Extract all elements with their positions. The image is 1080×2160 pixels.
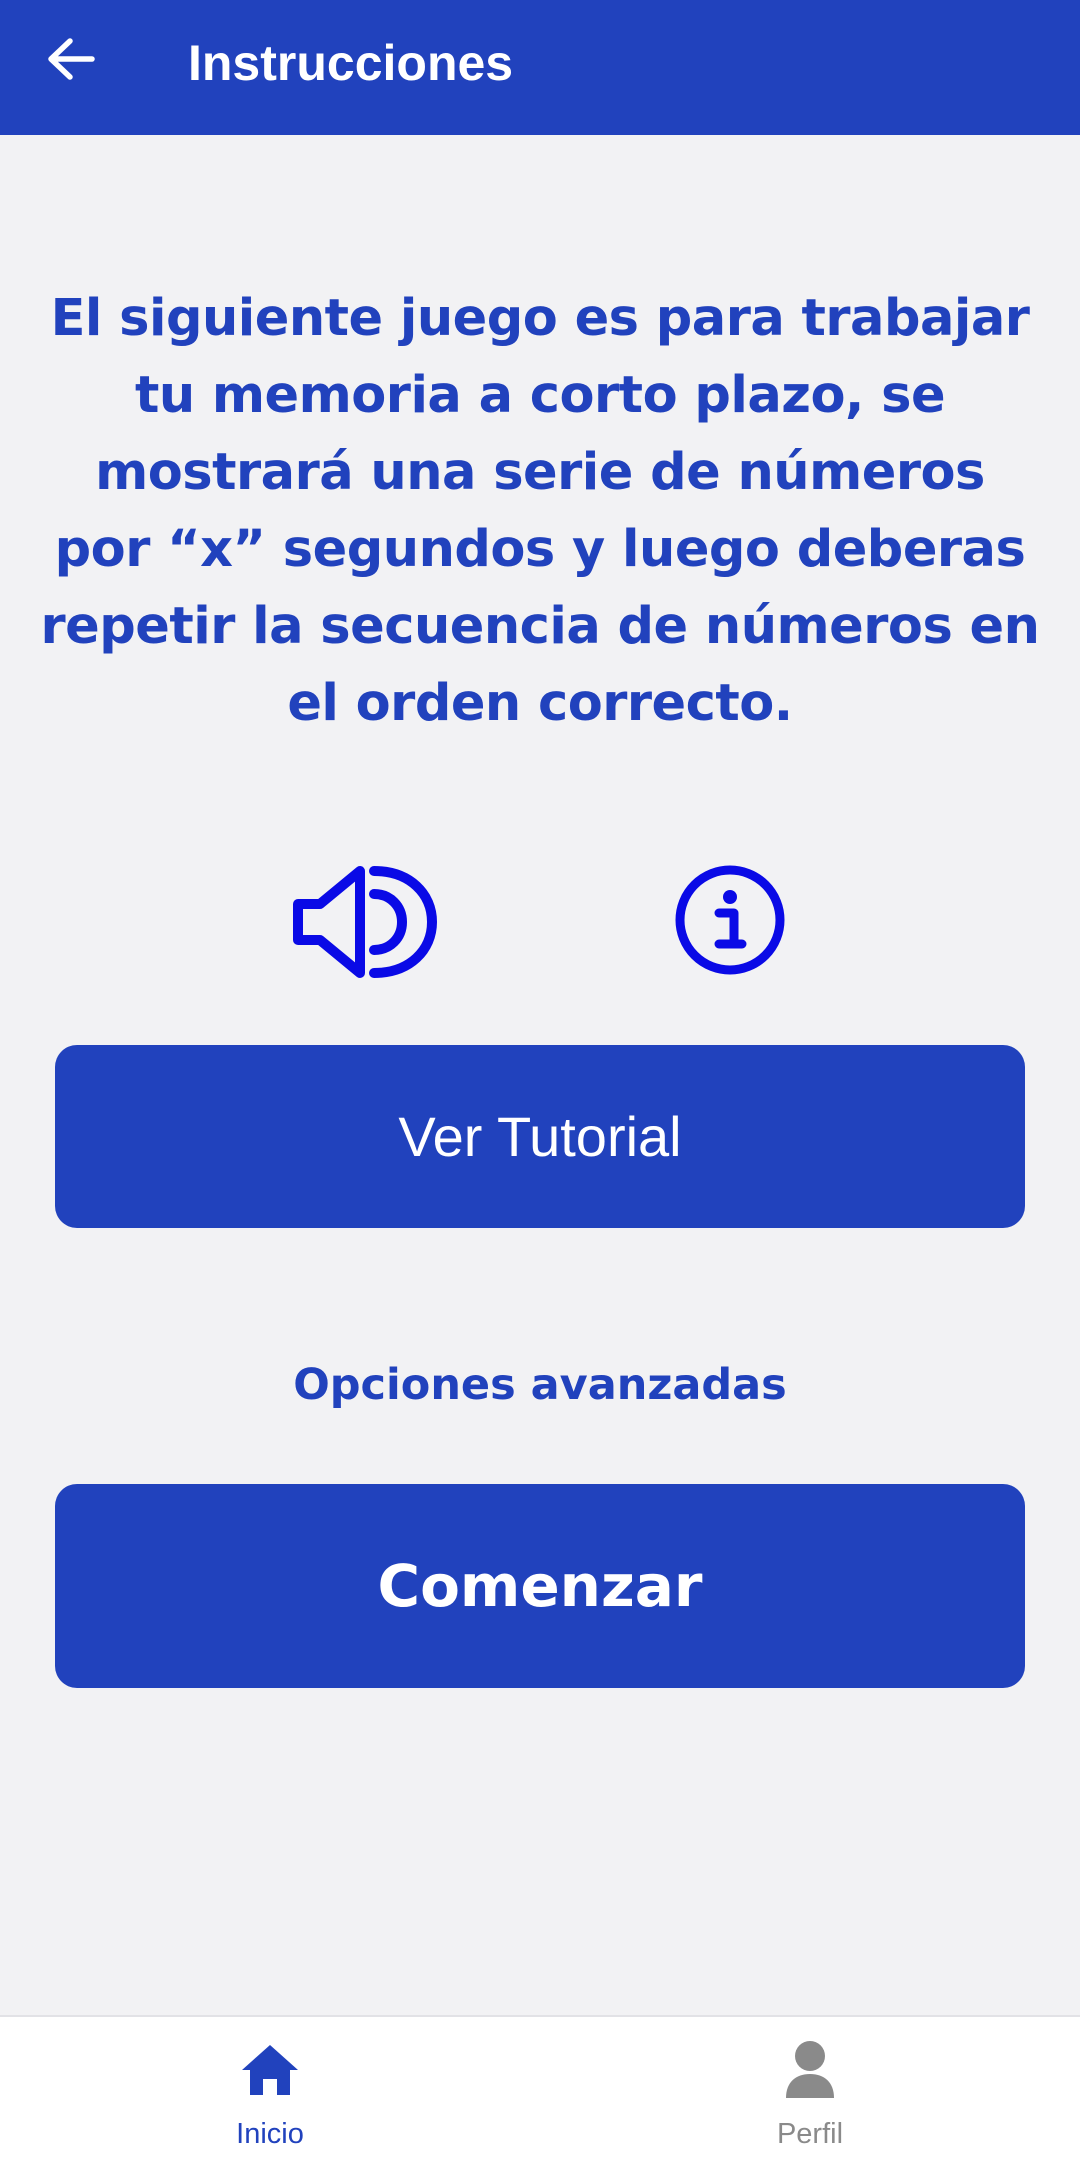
bottom-navigation: Inicio Perfil bbox=[0, 2015, 1080, 2160]
speaker-icon bbox=[293, 866, 438, 978]
instructions-text: El siguiente juego es para trabajar tu m… bbox=[40, 289, 1040, 733]
app-header: Instrucciones bbox=[0, 0, 1080, 135]
nav-item-profile[interactable]: Perfil bbox=[540, 2017, 1080, 2160]
info-icon bbox=[675, 865, 785, 975]
back-button[interactable] bbox=[38, 26, 104, 92]
arrow-left-icon bbox=[48, 38, 95, 80]
speaker-button[interactable] bbox=[292, 862, 440, 982]
nav-label-home: Inicio bbox=[236, 2118, 304, 2150]
home-icon bbox=[242, 2045, 298, 2095]
page-title: Instrucciones bbox=[188, 35, 514, 91]
user-icon bbox=[786, 2041, 834, 2098]
start-button[interactable]: Comenzar bbox=[55, 1484, 1025, 1688]
nav-item-home[interactable]: Inicio bbox=[0, 2017, 540, 2160]
info-button[interactable] bbox=[672, 862, 788, 978]
view-tutorial-button[interactable]: Ver Tutorial bbox=[55, 1045, 1025, 1228]
nav-label-profile: Perfil bbox=[776, 2118, 844, 2150]
app-screen: Instrucciones El siguiente juego es para… bbox=[0, 0, 1080, 2160]
advanced-options-link[interactable]: Opciones avanzadas bbox=[0, 1355, 1080, 1415]
